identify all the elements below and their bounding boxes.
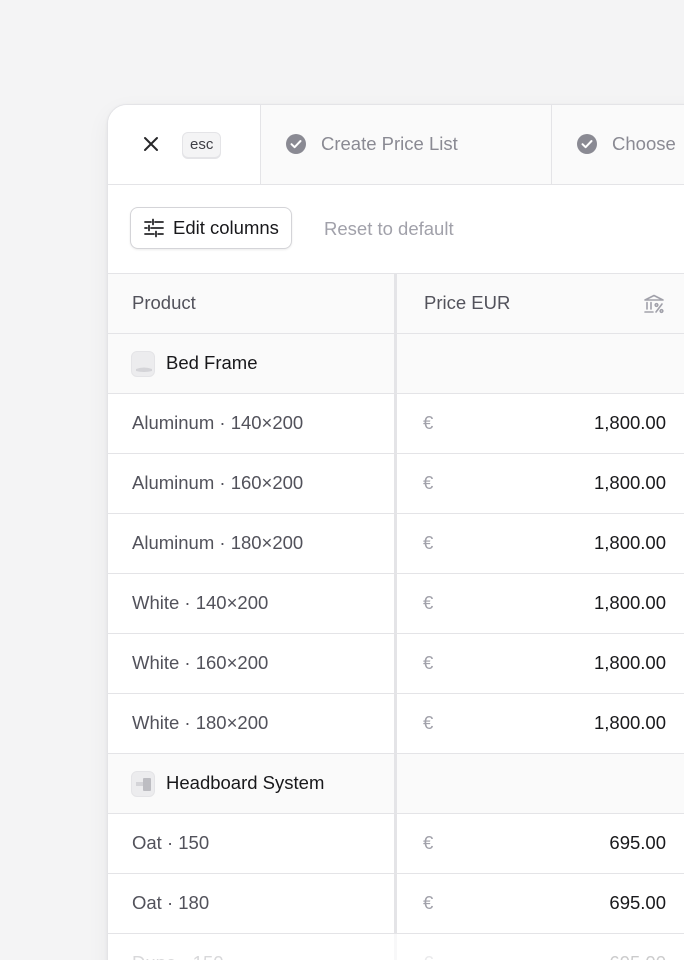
variant-cell: White · 140×200 xyxy=(108,574,397,633)
table-header-row: Product Price EUR xyxy=(108,274,684,334)
price-value: 695.00 xyxy=(609,952,666,960)
price-input[interactable]: € 695.00 xyxy=(400,934,684,960)
variant-name: Aluminum · 180×200 xyxy=(132,532,304,553)
edit-columns-button[interactable]: Edit columns xyxy=(130,207,292,249)
edit-columns-label: Edit columns xyxy=(173,217,279,238)
close-icon[interactable] xyxy=(142,135,160,153)
table-toolbar: Edit columns Reset to default xyxy=(108,185,684,274)
variant-cell: Oat · 180 xyxy=(108,874,397,933)
currency-symbol: € xyxy=(423,472,434,493)
product-cell: Bed Frame xyxy=(108,334,397,393)
variant-name: Oat · 150 xyxy=(132,832,210,853)
currency-symbol: € xyxy=(423,892,434,913)
price-value: 1,800.00 xyxy=(593,592,666,613)
currency-symbol: € xyxy=(423,412,434,433)
price-input[interactable]: € 1,800.00 xyxy=(400,694,684,753)
price-value: 695.00 xyxy=(609,892,666,913)
variant-cell: Aluminum · 140×200 xyxy=(108,394,397,453)
product-group-row: Headboard System xyxy=(108,754,684,814)
price-value: 1,800.00 xyxy=(593,652,666,673)
check-circle-icon xyxy=(286,134,306,154)
variant-name: Dune · 150 xyxy=(132,952,224,960)
variant-cell: White · 180×200 xyxy=(108,694,397,753)
price-input[interactable]: € 695.00 xyxy=(400,814,684,873)
step-choose[interactable]: Choose xyxy=(552,105,684,184)
product-group-row: Bed Frame xyxy=(108,334,684,394)
table-row: Oat · 180 € 695.00 xyxy=(108,874,684,934)
currency-symbol: € xyxy=(423,952,433,960)
table-row: Oat · 150 € 695.00 xyxy=(108,814,684,874)
variant-name: Aluminum · 160×200 xyxy=(132,472,304,493)
product-cell: Headboard System xyxy=(108,754,397,813)
price-input[interactable]: € 1,800.00 xyxy=(400,574,684,633)
table-row: White · 140×200 € 1,800.00 xyxy=(108,574,684,634)
variant-name: White · 140×200 xyxy=(132,592,269,613)
variant-name: White · 180×200 xyxy=(132,712,269,733)
check-circle-icon xyxy=(577,134,597,154)
variant-cell: White · 160×200 xyxy=(108,634,397,693)
variant-cell: Aluminum · 180×200 xyxy=(108,514,397,573)
price-list-modal: esc Create Price List Choose Edit column… xyxy=(107,104,684,960)
product-name: Headboard System xyxy=(166,772,325,793)
column-header-price[interactable]: Price EUR xyxy=(400,274,684,333)
esc-shortcut-badge: esc xyxy=(182,132,222,158)
table-row: White · 160×200 € 1,800.00 xyxy=(108,634,684,694)
table-row: Aluminum · 140×200 € 1,800.00 xyxy=(108,394,684,454)
variant-cell: Dune · 150 xyxy=(108,934,397,960)
price-cell xyxy=(400,334,684,393)
step-label: Choose xyxy=(612,133,676,154)
currency-symbol: € xyxy=(423,592,434,613)
price-input[interactable]: € 1,800.00 xyxy=(400,394,684,453)
product-name: Bed Frame xyxy=(166,352,258,373)
price-value: 1,800.00 xyxy=(593,412,666,433)
variant-name: White · 160×200 xyxy=(132,652,269,673)
column-header-product[interactable]: Product xyxy=(108,274,397,333)
table-row: Aluminum · 180×200 € 1,800.00 xyxy=(108,514,684,574)
price-input[interactable]: € 695.00 xyxy=(400,874,684,933)
table-row: Dune · 150 € 695.00 xyxy=(108,934,684,960)
price-value: 1,800.00 xyxy=(593,712,666,733)
currency-symbol: € xyxy=(423,652,434,673)
price-table: Product Price EUR Bed Frame Aluminum · 1… xyxy=(108,274,684,960)
column-header-label: Product xyxy=(132,292,196,313)
bank-percent-icon[interactable] xyxy=(642,292,666,316)
variant-name: Aluminum · 140×200 xyxy=(132,412,304,433)
close-control[interactable]: esc xyxy=(108,105,261,184)
stepper-bar: esc Create Price List Choose xyxy=(108,105,684,185)
price-input[interactable]: € 1,800.00 xyxy=(400,634,684,693)
step-create-price-list[interactable]: Create Price List xyxy=(261,105,552,184)
price-cell xyxy=(400,754,684,813)
column-header-label: Price EUR xyxy=(424,292,511,313)
product-thumbnail xyxy=(131,351,155,377)
page: esc Create Price List Choose Edit column… xyxy=(0,0,684,960)
variant-cell: Aluminum · 160×200 xyxy=(108,454,397,513)
price-value: 1,800.00 xyxy=(593,472,666,493)
price-input[interactable]: € 1,800.00 xyxy=(400,454,684,513)
variant-cell: Oat · 150 xyxy=(108,814,397,873)
sliders-icon xyxy=(144,218,164,238)
step-label: Create Price List xyxy=(321,133,458,154)
price-value: 695.00 xyxy=(609,832,666,853)
reset-to-default-link[interactable]: Reset to default xyxy=(324,218,454,240)
price-input[interactable]: € 1,800.00 xyxy=(400,514,684,573)
product-thumbnail xyxy=(131,771,155,797)
currency-symbol: € xyxy=(423,532,434,553)
table-row: Aluminum · 160×200 € 1,800.00 xyxy=(108,454,684,514)
currency-symbol: € xyxy=(423,832,434,853)
price-value: 1,800.00 xyxy=(593,532,666,553)
variant-name: Oat · 180 xyxy=(132,892,210,913)
currency-symbol: € xyxy=(423,712,434,733)
table-row: White · 180×200 € 1,800.00 xyxy=(108,694,684,754)
